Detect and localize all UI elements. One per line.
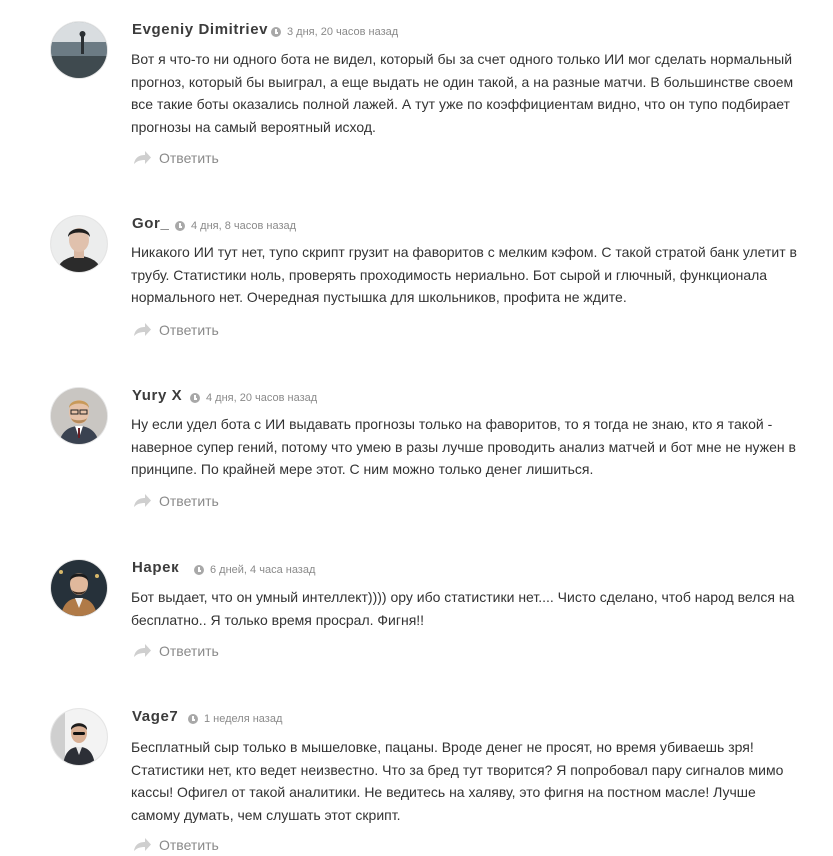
comment-time[interactable]: 4 дня, 8 часов назад bbox=[191, 220, 296, 232]
avatar[interactable] bbox=[51, 216, 107, 272]
avatar[interactable] bbox=[51, 560, 107, 616]
avatar[interactable] bbox=[51, 709, 107, 765]
comment-time[interactable]: 6 дней, 4 часа назад bbox=[210, 564, 315, 576]
comment-meta: 4 дня, 8 часов назад bbox=[175, 216, 296, 236]
reply-button[interactable]: Ответить bbox=[133, 640, 219, 662]
avatar[interactable] bbox=[51, 22, 107, 78]
comment-time[interactable]: 1 неделя назад bbox=[204, 713, 282, 725]
reply-label: Ответить bbox=[159, 493, 219, 509]
reply-arrow-icon bbox=[134, 151, 151, 164]
comment-text: Бот выдает, что он умный интеллект)))) о… bbox=[131, 589, 795, 628]
comment-text: Ну если удел бота с ИИ выдавать прогнозы… bbox=[131, 416, 796, 477]
comment-author[interactable]: Vage7 bbox=[132, 707, 178, 727]
reply-label: Ответить bbox=[159, 322, 219, 338]
comment-text: Вот я что-то ни одного бота не видел, ко… bbox=[131, 51, 794, 135]
reply-button[interactable]: Ответить bbox=[133, 834, 219, 856]
reply-label: Ответить bbox=[159, 643, 219, 659]
comment-meta: 1 неделя назад bbox=[188, 709, 282, 729]
clock-icon bbox=[194, 565, 204, 575]
comment-meta: 4 дня, 20 часов назад bbox=[190, 388, 317, 408]
comment-author[interactable]: Evgeniy Dimitriev bbox=[132, 20, 268, 40]
reply-arrow-icon bbox=[134, 323, 151, 336]
comment-time[interactable]: 3 дня, 20 часов назад bbox=[287, 26, 398, 38]
reply-label: Ответить bbox=[159, 150, 219, 166]
clock-icon bbox=[175, 221, 185, 231]
reply-button[interactable]: Ответить bbox=[133, 319, 219, 341]
clock-icon bbox=[188, 714, 198, 724]
avatar[interactable] bbox=[51, 388, 107, 444]
comment-meta: 6 дней, 4 часа назад bbox=[194, 560, 315, 580]
comment-time[interactable]: 4 дня, 20 часов назад bbox=[206, 392, 317, 404]
reply-button[interactable]: Ответить bbox=[133, 147, 219, 169]
comment-author[interactable]: Gor_ bbox=[132, 214, 169, 234]
reply-arrow-icon bbox=[134, 494, 151, 507]
reply-arrow-icon bbox=[134, 644, 151, 657]
reply-arrow-icon bbox=[134, 838, 151, 851]
comment-text: Бесплатный сыр только в мышеловке, пацан… bbox=[131, 739, 784, 823]
comment-author[interactable]: Нарек bbox=[132, 558, 179, 578]
clock-icon bbox=[190, 393, 200, 403]
comment-meta: 3 дня, 20 часов назад bbox=[271, 22, 398, 42]
comment-text: Никакого ИИ тут нет, тупо скрипт грузит … bbox=[131, 244, 797, 305]
clock-icon bbox=[271, 27, 281, 37]
reply-button[interactable]: Ответить bbox=[133, 490, 219, 512]
reply-label: Ответить bbox=[159, 837, 219, 853]
comment-list: Evgeniy Dimitriev 3 дня, 20 часов назад … bbox=[0, 0, 833, 853]
comment-author[interactable]: Yury X bbox=[132, 386, 182, 406]
